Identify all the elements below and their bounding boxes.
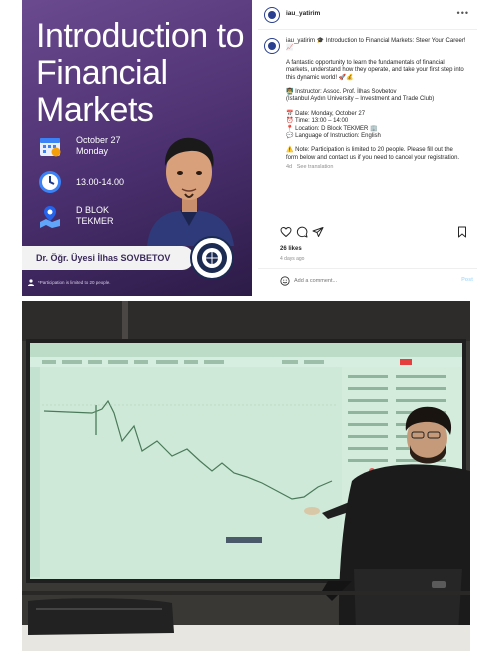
investment-trade-club-logo xyxy=(190,236,234,280)
caption-line: form below and contact us if you need to… xyxy=(286,154,460,161)
presenter-portrait xyxy=(147,137,234,246)
caption-line: 📍 Location: D Block TEKMER 🏢 xyxy=(286,125,378,132)
poster-location-line1: D BLOK xyxy=(76,205,110,215)
caption-avatar[interactable] xyxy=(264,38,280,54)
club-emblem-icon xyxy=(197,243,227,273)
poster-date-row: October 27 Monday xyxy=(38,134,121,158)
comment-input[interactable] xyxy=(294,275,434,287)
clock-icon xyxy=(39,171,61,193)
post-timestamp: 4 days ago xyxy=(280,256,305,262)
location-map-icon xyxy=(40,206,60,228)
presentation-photo xyxy=(22,301,470,651)
event-poster[interactable]: Introduction to Financial Markets Octobe… xyxy=(22,0,252,296)
laptop xyxy=(354,569,462,631)
post-comment-button[interactable]: Post xyxy=(461,277,473,283)
poster-time: 13.00-14.00 xyxy=(76,176,125,187)
bookmark-icon[interactable] xyxy=(456,226,468,238)
more-options-icon[interactable]: ••• xyxy=(457,8,469,18)
poster-footnote: *Participation is limited to 20 people. xyxy=(38,280,111,285)
post-username[interactable]: iau_yatirim xyxy=(286,10,320,17)
poster-location-line2: TEKMER xyxy=(76,216,114,226)
caption-meta: 4d See translation xyxy=(286,164,474,171)
instagram-post: Introduction to Financial Markets Octobe… xyxy=(22,0,477,296)
caption-line: iau_yatirim 🎓 Introduction to Financial … xyxy=(286,38,466,52)
caption-line xyxy=(286,104,474,111)
caption-line: this dynamic world! 🚀💰 xyxy=(286,74,354,81)
caption-line: (İstanbul Aydın University – Investment … xyxy=(286,96,435,103)
caption-line xyxy=(286,82,474,89)
see-translation-link[interactable]: See translation xyxy=(297,164,334,170)
caption-text: iau_yatirim 🎓 Introduction to Financial … xyxy=(286,38,474,172)
poster-time-row: 13.00-14.00 xyxy=(38,170,124,194)
poster-title: Introduction to Financial Markets xyxy=(36,17,244,129)
calendar-icon xyxy=(40,138,61,157)
comment-bar: Post xyxy=(258,268,477,292)
caption-line: A fantastic opportunity to learn the fun… xyxy=(286,59,445,66)
caption-line xyxy=(286,53,474,60)
likes-count[interactable]: 26 likes xyxy=(280,246,302,252)
presenter-name: Dr. Öğr. Üyesi İlhas SOVBETOV xyxy=(36,253,171,263)
classroom-scene xyxy=(22,301,470,651)
avatar[interactable] xyxy=(264,7,280,23)
post-header: iau_yatirim ••• xyxy=(258,0,477,30)
caption-line: 💬 Language of Instruction: English xyxy=(286,133,381,140)
heart-icon[interactable] xyxy=(280,226,292,238)
post-sidebar: iau_yatirim ••• iau_yatirim 🎓 Introducti… xyxy=(258,0,477,296)
poster-date: October 27 xyxy=(76,135,121,145)
bag xyxy=(28,598,174,635)
comment-icon[interactable] xyxy=(296,226,308,238)
caption-line: ⏰ Time: 13:00 – 14:00 xyxy=(286,118,349,125)
caption-line: markets, understand how they operate, an… xyxy=(286,67,464,74)
person-icon xyxy=(28,279,34,286)
emoji-icon[interactable] xyxy=(280,276,290,286)
presenter-name-bar: Dr. Öğr. Üyesi İlhas SOVBETOV xyxy=(22,246,194,270)
poster-day: Monday xyxy=(76,146,109,156)
post-actions xyxy=(258,226,477,242)
caption-line: ⚠️ Note: Participation is limited to 20 … xyxy=(286,147,453,154)
share-icon[interactable] xyxy=(312,226,324,238)
caption-age: 4d xyxy=(286,164,293,171)
poster-location-row: D BLOK TEKMER xyxy=(38,204,114,228)
